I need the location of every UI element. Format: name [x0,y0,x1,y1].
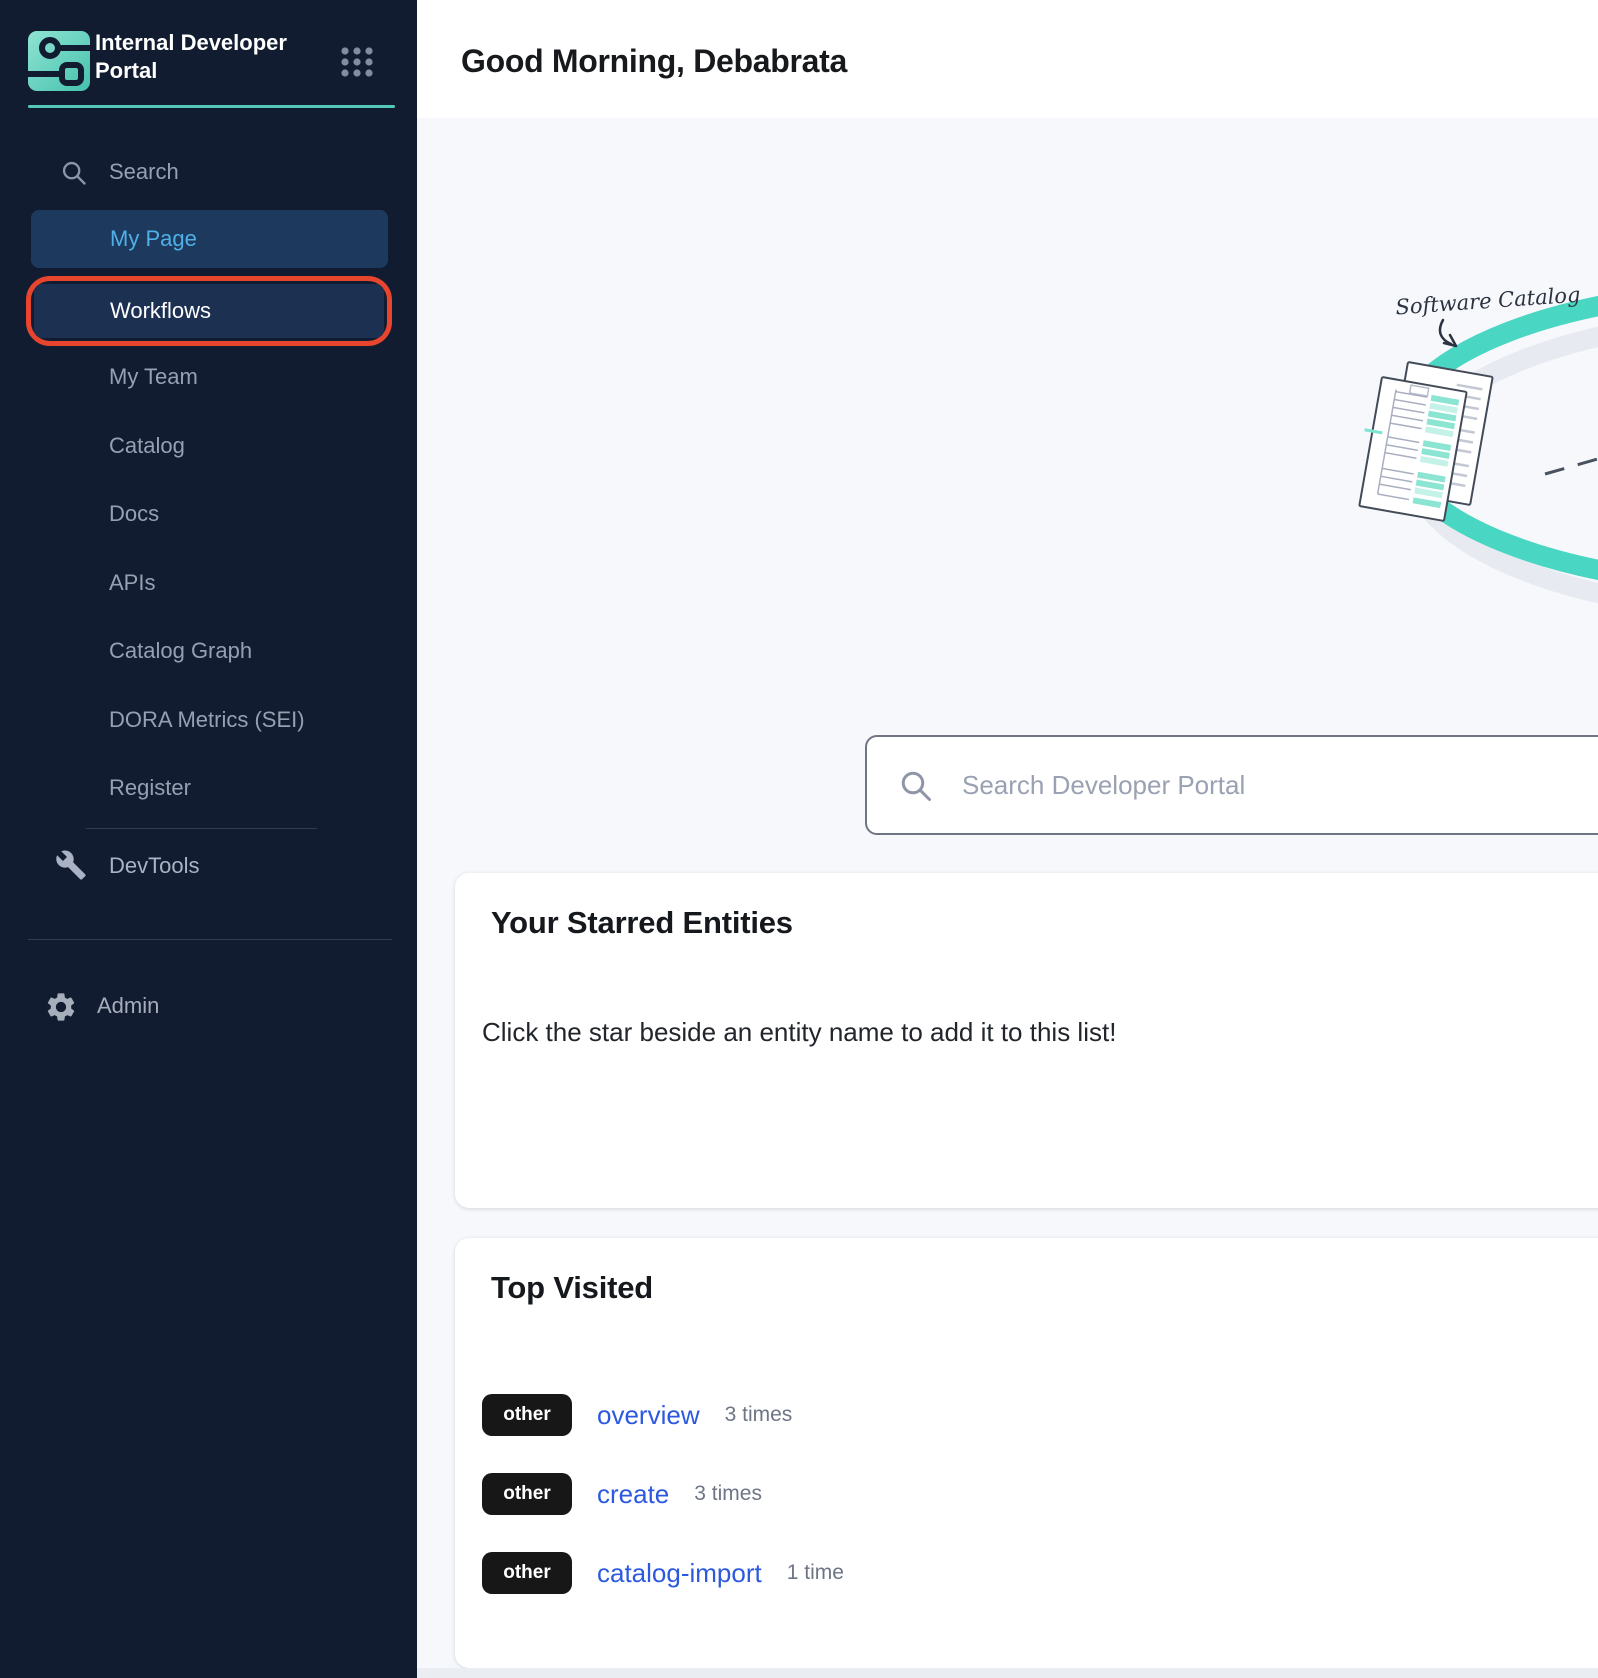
list-item: other create 3 times [482,1473,844,1515]
sidebar: Internal Developer Portal Search My Page… [0,0,417,1678]
top-visited-card: Top Visited other overview 3 times other… [455,1238,1598,1668]
apps-grid-icon[interactable] [340,46,374,83]
starred-entities-empty-message: Click the star beside an entity name to … [482,1017,1116,1048]
sidebar-accent-rule [28,105,395,108]
visit-count: 3 times [694,1482,762,1506]
scroll-gutter [417,1668,1598,1678]
sidebar-item-my-page[interactable]: My Page [31,210,388,268]
sidebar-item-my-team[interactable]: My Team [109,364,198,390]
entity-link-overview[interactable]: overview [597,1400,700,1431]
sidebar-item-workflows[interactable]: Workflows [34,284,384,338]
app-logo-icon [28,31,90,91]
software-catalog-illustration: Software Catalog [417,118,1598,718]
entity-link-create[interactable]: create [597,1479,669,1510]
visit-count: 1 time [787,1561,844,1585]
starred-entities-title: Your Starred Entities [491,905,793,941]
entity-kind-badge: other [482,1552,572,1594]
entity-link-catalog-import[interactable]: catalog-import [597,1558,762,1589]
portal-search-input[interactable] [865,735,1598,835]
workflows-annotation-ring: Workflows [26,276,392,346]
greeting-title: Good Morning, Debabrata [461,43,847,80]
sidebar-item-register[interactable]: Register [109,775,191,801]
sidebar-item-admin[interactable]: Admin [97,993,159,1019]
visit-count: 3 times [725,1403,793,1427]
entity-kind-badge: other [482,1473,572,1515]
sidebar-divider [86,828,317,829]
top-visited-list: other overview 3 times other create 3 ti… [482,1394,844,1594]
sidebar-item-label: Workflows [110,284,211,338]
list-item: other catalog-import 1 time [482,1552,844,1594]
sidebar-item-docs[interactable]: Docs [109,501,159,527]
sidebar-item-catalog-graph[interactable]: Catalog Graph [109,638,252,664]
brand-title: Internal Developer Portal [95,29,330,85]
sidebar-divider [28,939,392,940]
search-icon [60,159,88,192]
sidebar-item-apis[interactable]: APIs [109,570,155,596]
sidebar-item-devtools[interactable]: DevTools [109,853,199,879]
sidebar-item-label: My Page [110,210,197,268]
list-item: other overview 3 times [482,1394,844,1436]
sidebar-item-dora-metrics[interactable]: DORA Metrics (SEI) [109,707,305,733]
entity-kind-badge: other [482,1394,572,1436]
sidebar-item-catalog[interactable]: Catalog [109,433,185,459]
gear-icon [44,990,78,1029]
illustration-label: Software Catalog [1395,283,1581,320]
portal-search [865,735,1598,835]
top-visited-title: Top Visited [491,1270,653,1306]
wrench-icon [55,849,87,886]
starred-entities-card: Your Starred Entities Click the star bes… [455,873,1598,1208]
sidebar-item-search[interactable]: Search [109,159,179,185]
